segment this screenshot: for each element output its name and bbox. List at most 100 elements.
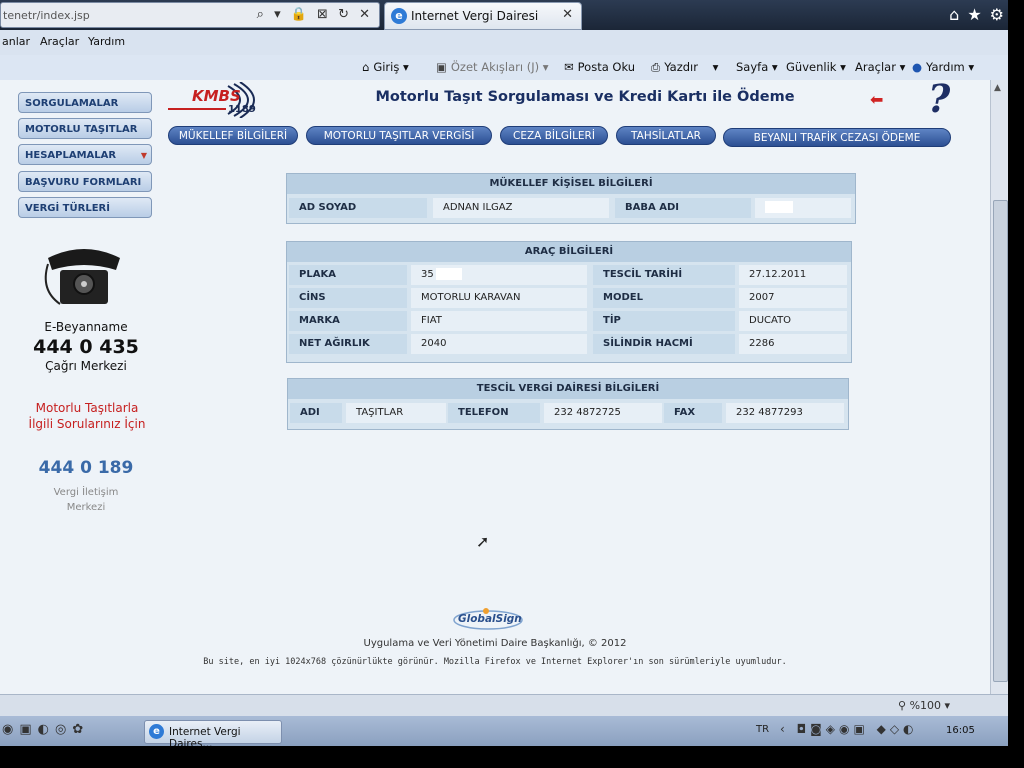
page-menu[interactable]: Sayfa ▾ xyxy=(736,60,778,74)
language-indicator[interactable]: TR xyxy=(756,724,769,735)
home-icon[interactable]: ⌂ xyxy=(949,5,967,24)
silindir-hacmi-label: SİLİNDİR HACMİ xyxy=(593,334,735,354)
menu-item-yardim[interactable]: Yardım xyxy=(88,35,125,48)
tools-menu[interactable]: Araçlar ▾ xyxy=(855,60,905,74)
feeds-button[interactable]: ▣ Özet Akışları (J) ▾ xyxy=(436,60,549,74)
tab-ceza-bilgileri[interactable]: CEZA BİLGİLERİ xyxy=(500,126,608,145)
command-bar: ⌂ Giriş ▾ ▣ Özet Akışları (J) ▾ ✉ Posta Oku… xyxy=(0,55,1024,81)
baba-adi-value xyxy=(755,198,851,218)
sidebar-item-hesaplamalar[interactable]: HESAPLAMALAR ▼ xyxy=(18,144,152,165)
tescil-panel: TESCİL VERGİ DAİRESİ BİLGİLERİ ADI TAŞIT… xyxy=(287,378,849,430)
cagri-merkezi-label: Çağrı Merkezi xyxy=(45,359,127,373)
logo-number: 1189 xyxy=(228,104,256,115)
marka-value: FIAT xyxy=(411,311,587,331)
print-button[interactable]: ⎙ Yazdır ▾ xyxy=(651,60,718,75)
motorlu-info-text: Motorlu Taşıtlarla İlgili Sorularınız İç… xyxy=(28,401,146,431)
taskbar-button-ie[interactable]: e Internet Vergi Daires... xyxy=(144,720,282,750)
quick-launch-icons[interactable]: ◉▣◐◎✿ xyxy=(2,722,89,737)
scrollbar-thumb[interactable] xyxy=(993,200,1008,682)
browser-toolbar-icons[interactable]: ⌂★⚙ xyxy=(949,5,1012,24)
help-menu[interactable]: ● Yardım ▾ xyxy=(912,60,974,74)
tescil-tarihi-label: TESCİL TARİHİ xyxy=(593,265,735,285)
status-bar: ⚲ %100 ▾ xyxy=(0,694,1008,717)
tab-title: Internet Vergi Dairesi xyxy=(411,9,539,23)
scroll-up-icon[interactable]: ▲ xyxy=(994,83,1001,93)
globalsign-logo[interactable]: GlobalSign xyxy=(452,608,524,630)
ebeyanname-phone: 444 0 435 xyxy=(33,336,139,358)
tip-value: DUCATO xyxy=(739,311,847,331)
mouse-cursor-icon: ➚ xyxy=(476,532,490,551)
mail-icon: ✉ xyxy=(564,60,574,74)
taskbar: ◉▣◐◎✿ e Internet Vergi Daires... TR ‹ ◘◙… xyxy=(0,716,1008,750)
model-label: MODEL xyxy=(593,288,735,308)
clock: 16:05 xyxy=(946,725,975,736)
tescil-heading: TESCİL VERGİ DAİRESİ BİLGİLERİ xyxy=(288,379,848,399)
home-icon: ⌂ xyxy=(362,60,370,74)
sidebar-item-motorlu-tasitlar[interactable]: MOTORLU TAŞITLAR xyxy=(18,118,152,139)
ie-icon: e xyxy=(149,724,164,739)
address-icons[interactable]: ⌕ ▾ 🔒 ⊠ ↻ ✕ xyxy=(257,7,373,22)
telephone-icon xyxy=(44,249,120,305)
tescil-tarihi-value: 27.12.2011 xyxy=(739,265,847,285)
ie-icon: e xyxy=(391,8,407,24)
arac-panel: ARAÇ BİLGİLERİ PLAKA 35 TESCİL TARİHİ 27… xyxy=(286,241,852,363)
close-icon[interactable]: ✕ xyxy=(562,7,573,22)
tab-motorlu-tasitlar-vergisi[interactable]: MOTORLU TAŞITLAR VERGİSİ xyxy=(306,126,492,145)
page-scrollbar[interactable]: ▲ xyxy=(990,80,1009,694)
sidebar-item-vergi-turleri[interactable]: VERGİ TÜRLERİ xyxy=(18,197,152,218)
home-button[interactable]: ⌂ Giriş ▾ xyxy=(362,60,409,74)
ad-soyad-label: AD SOYAD xyxy=(289,198,427,218)
back-arrow-icon[interactable]: ⬅ xyxy=(870,90,883,109)
marka-label: MARKA xyxy=(289,311,407,331)
net-agirlik-value: 2040 xyxy=(411,334,587,354)
motorlu-phone: 444 0 189 xyxy=(38,458,134,478)
star-icon[interactable]: ★ xyxy=(967,5,989,24)
model-value: 2007 xyxy=(739,288,847,308)
silindir-hacmi-value: 2286 xyxy=(739,334,847,354)
redacted-box xyxy=(435,268,462,280)
printer-icon: ⎙ xyxy=(651,60,661,74)
chevron-down-icon: ▼ xyxy=(140,151,147,160)
ad-soyad-value: ADNAN ILGAZ xyxy=(433,198,609,218)
tray-icons[interactable]: ‹ ◘◙◈◉▣ ◆◇◐ xyxy=(780,722,918,736)
plaka-value: 35 xyxy=(411,265,587,285)
cins-label: CİNS xyxy=(289,288,407,308)
adi-label: ADI xyxy=(290,403,342,423)
address-bar[interactable]: tenetr/index.jsp ⌕ ▾ 🔒 ⊠ ↻ ✕ xyxy=(0,2,380,28)
plaka-label: PLAKA xyxy=(289,265,407,285)
page-title: Motorlu Taşıt Sorgulaması ve Kredi Kartı… xyxy=(375,89,795,105)
sidebar-item-basvuru-formlari[interactable]: BAŞVURU FORMLARI xyxy=(18,171,152,192)
tab-mukellef-bilgileri[interactable]: MÜKELLEF BİLGİLERİ xyxy=(168,126,298,145)
browser-tab[interactable]: e Internet Vergi Dairesi ✕ xyxy=(384,2,582,30)
redacted-box xyxy=(765,201,793,213)
sidebar-item-sorgulamalar[interactable]: SORGULAMALAR xyxy=(18,92,152,113)
read-mail-button[interactable]: ✉ Posta Oku xyxy=(564,60,635,74)
help-icon[interactable]: ? xyxy=(928,76,950,121)
rss-icon: ▣ xyxy=(436,60,447,74)
telefon-value: 232 4872725 xyxy=(544,403,662,423)
page-content: SORGULAMALAR MOTORLU TAŞITLAR HESAPLAMAL… xyxy=(0,76,990,694)
monitor-bottom-bezel xyxy=(0,746,1024,768)
menu-item-sik-kullanilanlar[interactable]: anlar xyxy=(2,35,30,48)
net-agirlik-label: NET AĞIRLIK xyxy=(289,334,407,354)
ebeyanname-label: E-Beyanname xyxy=(44,320,128,334)
help-icon: ● xyxy=(912,60,923,74)
zoom-control[interactable]: ⚲ %100 ▾ xyxy=(898,699,950,712)
logo-text: KMBS xyxy=(192,87,241,105)
address-text: tenetr/index.jsp xyxy=(3,9,90,22)
baba-adi-label: BABA ADI xyxy=(615,198,751,218)
telefon-label: TELEFON xyxy=(448,403,540,423)
mukellef-panel: MÜKELLEF KİŞİSEL BİLGİLERİ AD SOYAD ADNA… xyxy=(286,173,856,224)
safety-menu[interactable]: Güvenlik ▾ xyxy=(786,60,846,74)
tab-tahsilatlar[interactable]: TAHSİLATLAR xyxy=(616,126,716,145)
vergi-iletisim-label: Vergi İletişim Merkezi xyxy=(53,487,119,513)
tip-label: TİP xyxy=(593,311,735,331)
fax-label: FAX xyxy=(664,403,722,423)
adi-value: TAŞITLAR xyxy=(346,403,446,423)
menu-item-araclar[interactable]: Araçlar xyxy=(40,35,79,48)
tab-beyanli-trafik-cezasi-odeme[interactable]: BEYANLI TRAFİK CEZASI ÖDEME xyxy=(723,128,951,147)
fax-value: 232 4877293 xyxy=(726,403,844,423)
mukellef-heading: MÜKELLEF KİŞİSEL BİLGİLERİ xyxy=(287,174,855,194)
browser-tab-bar: tenetr/index.jsp ⌕ ▾ 🔒 ⊠ ↻ ✕ e Internet … xyxy=(0,0,1024,30)
browser-compatibility-note: Bu site, en iyi 1024x768 çözünürlükte gö… xyxy=(203,657,787,667)
